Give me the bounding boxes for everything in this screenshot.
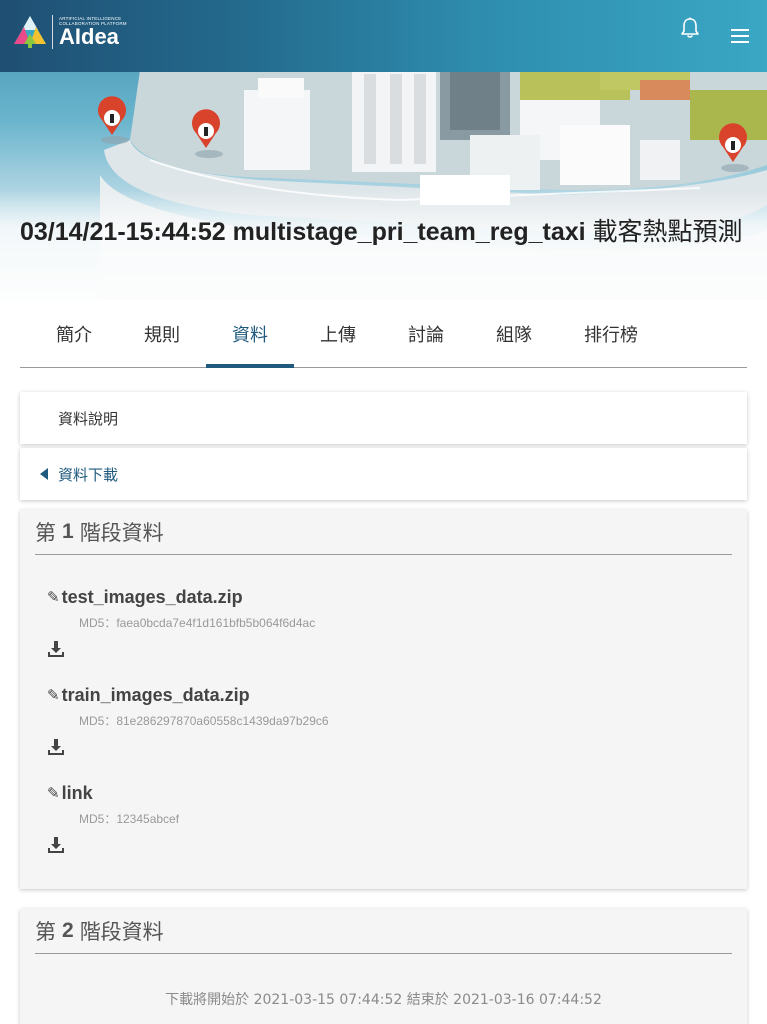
logo-wordmark: AIdea <box>59 24 119 49</box>
data-download-panel[interactable]: 資料下載 <box>20 448 747 500</box>
download-icon[interactable] <box>47 836 65 854</box>
tab-data[interactable]: 資料 <box>206 300 294 368</box>
stage-prefix: 第 <box>35 920 56 944</box>
stage-suffix: 階段資料 <box>79 521 164 545</box>
file-name: test_images_data.zip <box>61 586 243 607</box>
download-icon[interactable] <box>47 640 65 658</box>
map-pin-icon <box>97 96 129 144</box>
download-icon[interactable] <box>47 738 65 756</box>
data-download-label: 資料下載 <box>58 465 119 484</box>
logo-divider <box>52 15 53 49</box>
file-item: ✎ link MD5：12345abcef <box>47 782 647 854</box>
pencil-icon: ✎ <box>47 784 60 802</box>
pencil-icon: ✎ <box>47 686 60 704</box>
file-name: train_images_data.zip <box>61 684 250 705</box>
logo-triangle-icon <box>14 16 46 48</box>
file-md5: MD5：faea0bcda7e4f1d161bfb5b064f6d4ac <box>79 616 316 630</box>
title-rest: 載客熱點預測 <box>585 218 743 246</box>
tab-upload[interactable]: 上傳 <box>294 300 382 367</box>
title-bold: 03/14/21-15:44:52 multistage_pri_team_re… <box>20 218 586 246</box>
hamburger-menu-icon <box>731 29 749 43</box>
file-item: ✎ test_images_data.zip MD5：faea0bcda7e4f… <box>47 586 647 658</box>
tab-team[interactable]: 組隊 <box>470 300 558 367</box>
data-description-link[interactable]: 資料說明 <box>58 392 118 444</box>
caret-left-icon <box>40 468 48 480</box>
data-description-panel[interactable]: 資料說明 <box>20 392 747 444</box>
data-download-link[interactable]: 資料下載 <box>40 448 118 500</box>
file-name: link <box>61 782 93 803</box>
tab-bar: 簡介 規則 資料 上傳 討論 組隊 排行榜 <box>20 300 747 368</box>
aidea-logo[interactable]: ARTIFICIAL INTELLIGENCE COLLABORATION PL… <box>12 12 132 52</box>
tab-rules[interactable]: 規則 <box>118 300 206 367</box>
top-nav-bar: ARTIFICIAL INTELLIGENCE COLLABORATION PL… <box>0 0 767 72</box>
file-md5: MD5：12345abcef <box>79 812 180 826</box>
stage-2-heading: 第 2 階段資料 <box>35 909 732 954</box>
stage-1-section: 第 1 階段資料 ✎ test_images_data.zip MD5：faea… <box>20 510 747 889</box>
tab-leaderboard[interactable]: 排行榜 <box>558 300 664 367</box>
tab-discussion[interactable]: 討論 <box>382 300 470 367</box>
download-schedule-note: 下載將開始於 2021-03-15 07:44:52 結束於 2021-03-1… <box>165 992 602 1008</box>
stage-number: 2 <box>62 919 74 942</box>
stage-number: 1 <box>62 520 74 543</box>
bell-icon <box>681 17 699 38</box>
tab-intro[interactable]: 簡介 <box>30 300 118 367</box>
page-title: 03/14/21-15:44:52 multistage_pri_team_re… <box>20 213 755 251</box>
notification-button[interactable] <box>677 14 703 42</box>
stage-1-heading: 第 1 階段資料 <box>35 510 732 555</box>
stage-2-section: 第 2 階段資料 下載將開始於 2021-03-15 07:44:52 結束於 … <box>20 909 747 1024</box>
stage-suffix: 階段資料 <box>79 920 164 944</box>
menu-button[interactable] <box>727 24 753 48</box>
pencil-icon: ✎ <box>47 588 60 606</box>
file-item: ✎ train_images_data.zip MD5：81e286297870… <box>47 684 647 756</box>
file-md5: MD5：81e286297870a60558c1439da97b29c6 <box>79 714 329 728</box>
stage-prefix: 第 <box>35 521 56 545</box>
